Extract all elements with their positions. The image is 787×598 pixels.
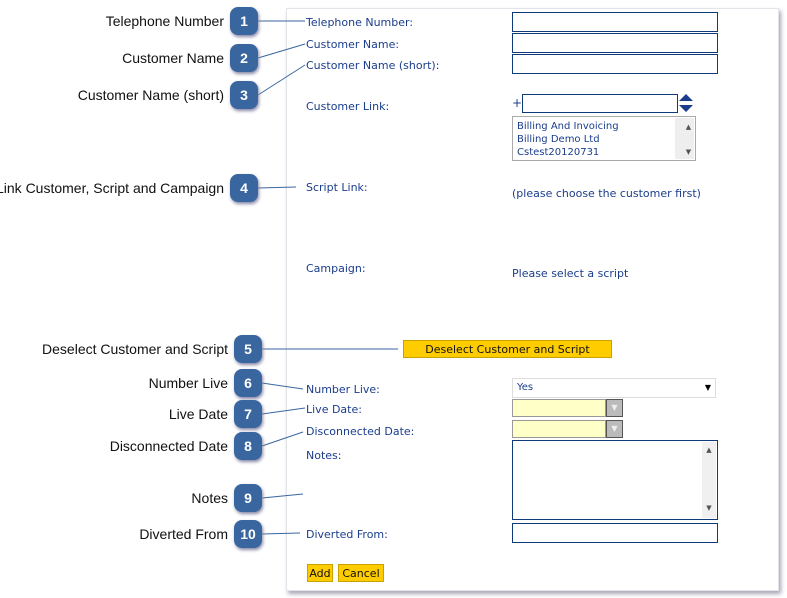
callout-label: Deselect Customer and Script [42,341,228,357]
diverted-from-label: Diverted From: [306,528,388,541]
number-live-label: Number Live: [306,383,380,396]
callout-line [257,64,306,96]
callout-badge: 8 [234,432,262,460]
notes-textarea[interactable]: ▲ ▼ [512,440,718,520]
callout-badge: 1 [230,7,258,35]
callout-badge: 9 [234,484,262,512]
customer-short-label: Customer Name (short): [306,59,440,72]
scrollbar[interactable]: ▲ ▼ [675,118,694,159]
script-hint: (please choose the customer first) [512,187,701,200]
customer-name-label: Customer Name: [306,38,400,51]
callout-label: Telephone Number [105,13,224,29]
customer-short-input[interactable] [512,54,718,74]
notes-label: Notes: [306,449,342,462]
customer-name-input[interactable] [512,33,718,53]
callout-badge: 4 [230,174,258,202]
callout-badge: 7 [234,400,262,428]
callout-line [257,43,306,59]
callout-label: Customer Name [122,50,224,66]
customer-search-input[interactable] [522,94,678,113]
callout-label: Link Customer, Script and Campaign [0,180,224,196]
campaign-label: Campaign: [306,262,366,275]
callout-badge: 10 [234,520,262,548]
callout-label: Disconnected Date [109,438,228,454]
callout-line [261,382,304,390]
live-date-label: Live Date: [306,403,362,416]
number-live-select[interactable]: Yes ▼ [512,378,716,398]
live-date-input[interactable] [512,399,606,417]
list-item[interactable]: Billing Demo Ltd [513,133,695,146]
callout-badge: 5 [234,335,262,363]
callout-label: Number Live [148,375,228,391]
list-item[interactable]: Cstest20120731 [513,146,695,159]
disconnected-date-input[interactable] [512,420,606,438]
scrollbar[interactable]: ▲ ▼ [702,442,716,518]
campaign-hint: Please select a script [512,267,629,280]
chevron-down-icon: ▼ [704,383,711,392]
add-button[interactable]: Add [307,564,333,582]
callout-line [261,493,304,499]
callout-label: Live Date [168,406,228,422]
callout-line [257,186,297,189]
telephone-input[interactable] [512,12,718,32]
script-link-label: Script Link: [306,181,368,194]
callout-label: Notes [191,490,228,506]
callout-label: Customer Name (short) [77,87,224,103]
callout-line [261,431,304,447]
callout-line [261,407,306,415]
customer-link-label: Customer Link: [306,100,390,113]
callout-label: Diverted From [139,526,228,542]
disconnected-date-label: Disconnected Date: [306,425,415,438]
calendar-dropdown-icon[interactable]: ▼ [606,420,623,438]
calendar-dropdown-icon[interactable]: ▼ [606,399,623,417]
list-item[interactable]: Billing And Invoicing [513,120,695,133]
diverted-from-input[interactable] [512,523,718,543]
callout-line [261,532,301,535]
deselect-button[interactable]: Deselect Customer and Script [403,340,612,358]
callout-badge: 6 [234,369,262,397]
customer-list[interactable]: Billing And Invoicing Billing Demo Ltd C… [512,116,696,161]
callout-badge: 2 [230,44,258,72]
callout-badge: 3 [230,81,258,109]
selected-value: Yes [517,382,534,393]
sort-arrows-icon[interactable] [679,94,693,112]
cancel-button[interactable]: Cancel [338,564,384,582]
telephone-label: Telephone Number: [306,16,414,29]
plus-icon[interactable]: + [512,96,522,110]
